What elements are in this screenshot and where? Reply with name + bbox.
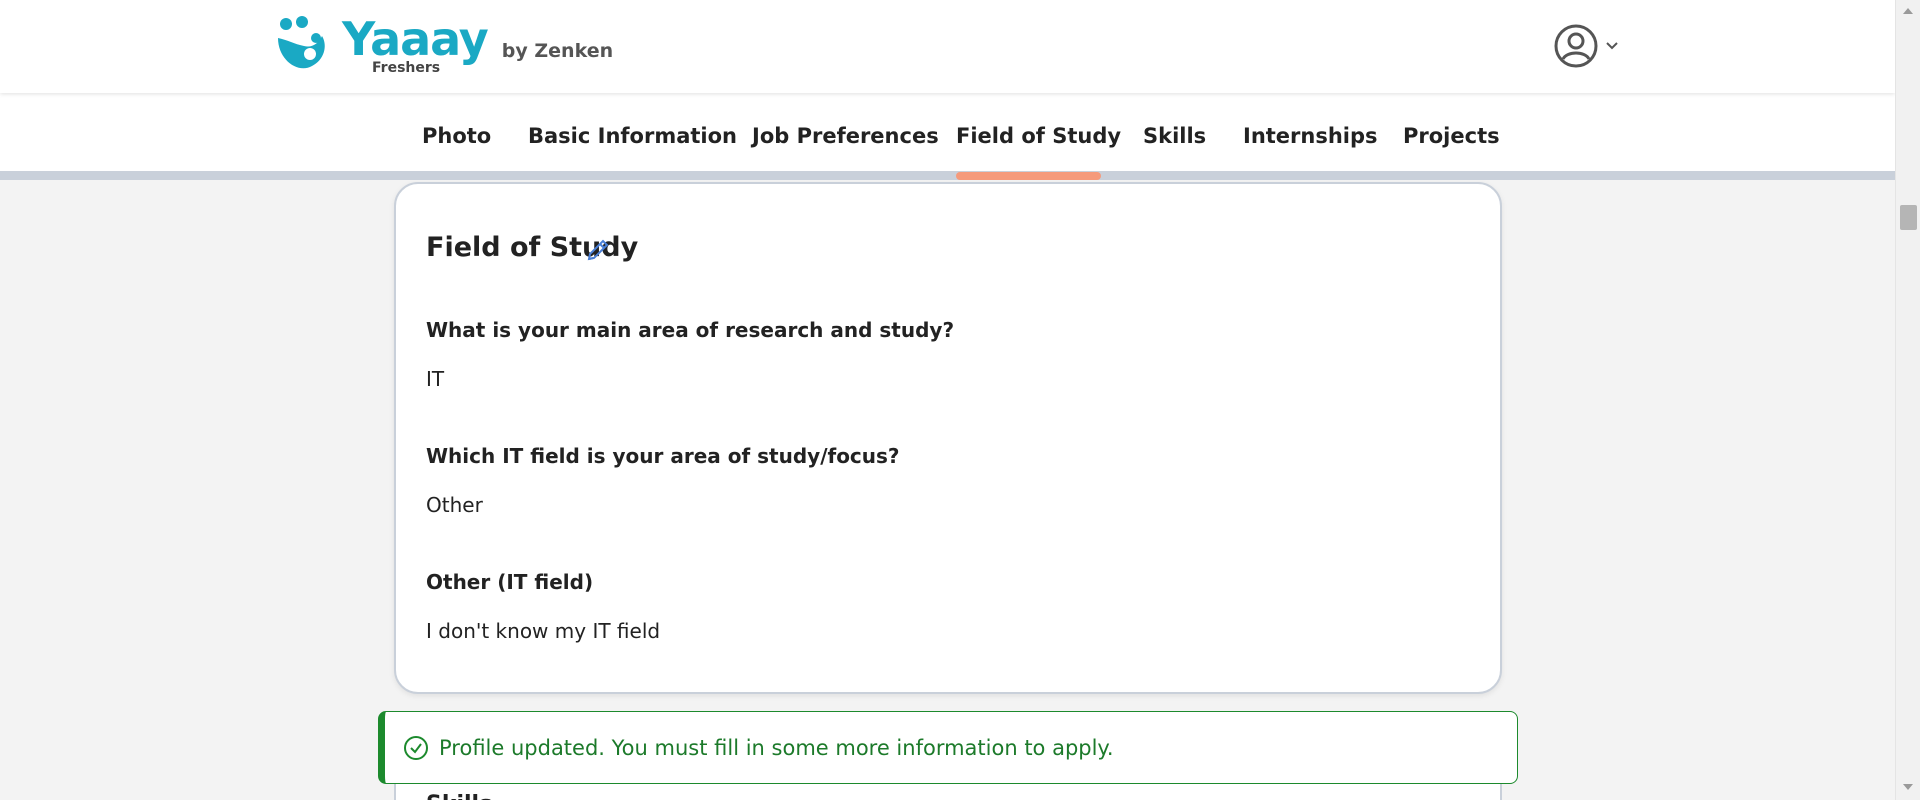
profile-updated-toast: Profile updated. You must fill in some m… xyxy=(378,711,1518,784)
field-answer: IT xyxy=(426,367,445,391)
tab-job-preferences[interactable]: Job Preferences xyxy=(752,124,939,156)
pencil-icon xyxy=(587,239,609,261)
field-of-study-card: Field of Study What is your main area of… xyxy=(394,182,1502,694)
scroll-down-arrow-icon[interactable] xyxy=(1903,784,1913,790)
tab-internships[interactable]: Internships xyxy=(1243,124,1378,156)
user-menu-button[interactable] xyxy=(1553,22,1619,70)
site-header: Yaaay Freshers by Zenken xyxy=(0,0,1895,93)
tabs-divider xyxy=(0,171,1895,180)
tab-basic-information[interactable]: Basic Information xyxy=(528,124,737,156)
edit-button[interactable] xyxy=(582,234,614,266)
profile-tabs xyxy=(0,93,1895,173)
toast-message: Profile updated. You must fill in some m… xyxy=(439,735,1114,760)
field-answer: I don't know my IT field xyxy=(426,619,661,643)
field-question: What is your main area of research and s… xyxy=(426,318,955,342)
tab-photo[interactable]: Photo xyxy=(422,124,491,156)
page-scrollbar[interactable] xyxy=(1895,0,1920,800)
logo-byline: by Zenken xyxy=(501,40,614,62)
logo-mark-icon xyxy=(278,16,325,69)
tab-projects[interactable]: Projects xyxy=(1403,124,1500,156)
chevron-down-icon xyxy=(1606,42,1618,50)
scrollbar-thumb[interactable] xyxy=(1900,205,1917,230)
logo[interactable]: Yaaay Freshers by Zenken xyxy=(272,12,613,80)
field-question: Other (IT field) xyxy=(426,570,594,594)
field-question: Which IT field is your area of study/foc… xyxy=(426,444,900,468)
card-title: Skills xyxy=(426,792,492,800)
field-answer: Other xyxy=(426,493,483,517)
active-tab-indicator xyxy=(956,172,1101,180)
check-circle-icon xyxy=(404,735,428,760)
logo-name: Yaaay xyxy=(342,12,489,66)
tab-field-of-study[interactable]: Field of Study xyxy=(956,124,1121,156)
logo-subtitle: Freshers xyxy=(372,60,441,76)
scroll-up-arrow-icon[interactable] xyxy=(1903,8,1913,14)
tab-skills[interactable]: Skills xyxy=(1143,124,1206,156)
user-circle-icon xyxy=(1554,24,1598,68)
